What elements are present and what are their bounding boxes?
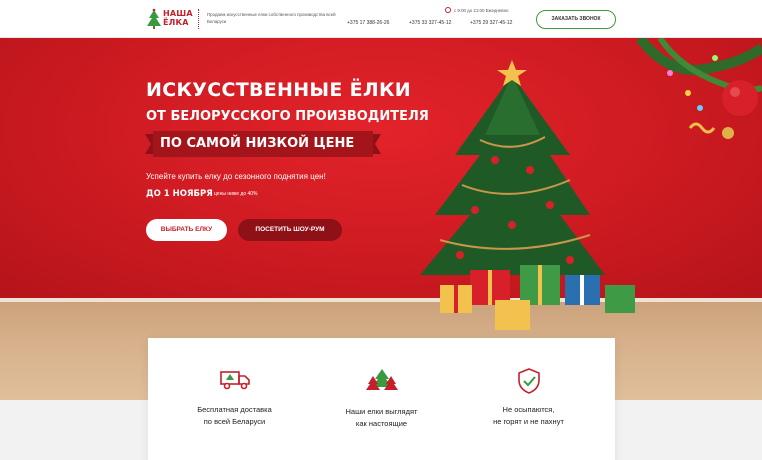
- choose-tree-button[interactable]: ВЫБРАТЬ ЕЛКУ: [146, 219, 227, 241]
- logo-line-2: ЁЛКА: [163, 18, 189, 27]
- hero-ribbon-text: ПО САМОЙ НИЗКОЙ ЦЕНЕ: [160, 136, 355, 151]
- hero-deadline: ДО 1 НОЯБРЯ: [146, 189, 213, 199]
- feature-realistic-line-1: Наши елки выглядят: [345, 407, 418, 416]
- phone-link-3[interactable]: +375 29 327-45-12: [470, 20, 512, 26]
- feature-safety-line-1: Не осыпаются,: [502, 405, 555, 414]
- feature-realistic-line-2: как настоящие: [355, 419, 408, 428]
- christmas-tree-icon: [420, 60, 635, 330]
- floor-baseboard: [0, 298, 762, 302]
- header-tagline: Продаем искусственные елки собственного …: [207, 12, 336, 24]
- phone-link-2[interactable]: +375 33 327-45-12: [409, 20, 451, 26]
- site-header: НАША ЁЛКА Продаем искусственные елки соб…: [0, 0, 762, 38]
- feature-realistic-text: Наши елки выглядят как настоящие: [304, 406, 459, 430]
- hero-title-line-1: ИСКУССТВЕННЫЕ ЁЛКИ: [146, 79, 412, 101]
- clock-icon: [445, 7, 451, 13]
- feature-safety: Не осыпаются, не горят и не пахнут: [451, 338, 606, 460]
- landing-page: НАША ЁЛКА Продаем искусственные елки соб…: [0, 0, 762, 460]
- logo-text: НАША ЁЛКА: [163, 9, 193, 27]
- features-panel: Бесплатная доставка по всей Беларуси Наш…: [148, 338, 615, 460]
- visit-showroom-button[interactable]: ПОСЕТИТЬ ШОУ-РУМ: [238, 219, 342, 241]
- feature-delivery-line-1: Бесплатная доставка: [197, 405, 272, 414]
- phone-link-1[interactable]: +375 17 388-26-26: [347, 20, 389, 26]
- order-call-button[interactable]: ЗАКАЗАТЬ ЗВОНОК: [536, 10, 616, 29]
- hero-discount-note: цены ниже до 40%: [214, 191, 258, 197]
- feature-safety-text: Не осыпаются, не горят и не пахнут: [451, 404, 606, 428]
- feature-delivery-line-2: по всей Беларуси: [203, 417, 266, 426]
- working-hours: с 9:00 до 21:00 Ежедневно: [445, 7, 508, 13]
- delivery-truck-icon: [219, 371, 250, 390]
- feature-delivery-text: Бесплатная доставка по всей Беларуси: [157, 404, 312, 428]
- trees-icon: [365, 369, 398, 390]
- hero-offer-text: Успейте купить елку до сезонного подняти…: [146, 172, 326, 181]
- header-divider: [198, 9, 200, 29]
- feature-realistic: Наши елки выглядят как настоящие: [304, 338, 459, 460]
- feature-safety-line-2: не горят и не пахнут: [493, 417, 564, 426]
- working-hours-text: с 9:00 до 21:00 Ежедневно: [454, 7, 509, 13]
- shield-check-icon: [517, 368, 540, 394]
- feature-delivery: Бесплатная доставка по всей Беларуси: [157, 338, 312, 460]
- hero-title-line-2: ОТ БЕЛОРУССКОГО ПРОИЗВОДИТЕЛЯ: [146, 109, 429, 124]
- logo-line-1: НАША: [163, 9, 193, 18]
